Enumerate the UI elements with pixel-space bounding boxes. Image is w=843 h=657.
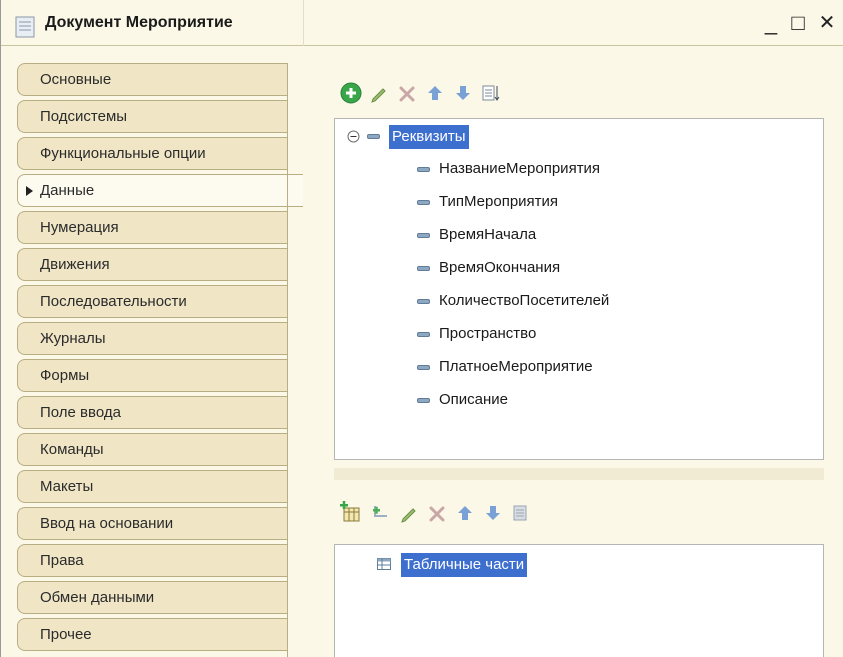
document-icon: [15, 16, 35, 38]
close-button[interactable]: ✕: [815, 10, 839, 36]
tabular-toolbar: [339, 500, 599, 526]
content-border: [287, 63, 288, 657]
move-down-icon[interactable]: [481, 500, 505, 526]
add-subitem-icon[interactable]: [369, 500, 393, 526]
tree-item[interactable]: НазваниеМероприятия: [335, 156, 815, 182]
sidebar-item-rights[interactable]: Права: [17, 544, 287, 577]
tabular-parts-tree: Табличные части: [334, 544, 824, 657]
add-icon[interactable]: [339, 80, 363, 106]
tree-item[interactable]: ПлатноеМероприятие: [335, 354, 815, 380]
attribute-icon: [417, 299, 430, 304]
attribute-icon: [417, 167, 430, 172]
tree-item[interactable]: ВремяНачала: [335, 222, 815, 248]
attributes-toolbar: [339, 80, 579, 106]
sidebar-item-journals[interactable]: Журналы: [17, 322, 287, 355]
title-bar: Документ Мероприятие _ □ ✕: [1, 0, 843, 46]
tree-item[interactable]: Описание: [335, 387, 815, 413]
table-icon: [377, 558, 391, 570]
edit-pencil-icon[interactable]: [367, 80, 391, 106]
sidebar-item-other[interactable]: Прочее: [17, 618, 287, 651]
attribute-icon: [417, 266, 430, 271]
tree-item[interactable]: КоличествоПосетителей: [335, 288, 815, 314]
attributes-tree: Реквизиты НазваниеМероприятия ТипМеропри…: [334, 118, 824, 460]
current-tab-arrow-icon: [26, 186, 33, 196]
tree-item-label: ТипМероприятия: [439, 193, 559, 210]
sidebar-item-input-field[interactable]: Поле ввода: [17, 396, 287, 429]
add-table-icon[interactable]: [339, 500, 363, 526]
delete-x-icon[interactable]: [395, 80, 419, 106]
sidebar-item-sequences[interactable]: Последовательности: [17, 285, 287, 318]
minimize-button[interactable]: _: [759, 10, 783, 36]
tree-item[interactable]: Пространство: [335, 321, 815, 347]
collapse-toggle-icon[interactable]: [347, 130, 360, 143]
window-title: Документ Мероприятие: [45, 14, 233, 31]
move-up-icon[interactable]: [423, 80, 447, 106]
tree-item-label: ВремяНачала: [439, 226, 537, 243]
attribute-icon: [417, 365, 430, 370]
sidebar-item-forms[interactable]: Формы: [17, 359, 287, 392]
sidebar-item-templates[interactable]: Макеты: [17, 470, 287, 503]
attribute-icon: [417, 398, 430, 403]
tree-root-label[interactable]: Реквизиты: [389, 125, 469, 149]
sort-list-icon[interactable]: [509, 500, 533, 526]
attribute-group-icon: [367, 134, 380, 139]
edit-pencil-icon[interactable]: [397, 500, 421, 526]
document-window: Документ Мероприятие _ □ ✕ Основные Подс…: [0, 0, 843, 657]
tree-item[interactable]: ВремяОкончания: [335, 255, 815, 281]
sort-list-icon[interactable]: [479, 80, 503, 106]
panel-splitter[interactable]: [334, 468, 824, 480]
sidebar-item-movements[interactable]: Движения: [17, 248, 287, 281]
tree-item-label: Описание: [439, 391, 509, 408]
move-down-icon[interactable]: [451, 80, 475, 106]
sidebar-item-data-exchange[interactable]: Обмен данными: [17, 581, 287, 614]
sidebar-item-dannye[interactable]: Данные: [17, 174, 303, 207]
attribute-icon: [417, 332, 430, 337]
move-up-icon[interactable]: [453, 500, 477, 526]
sidebar-item-podsistemy[interactable]: Подсистемы: [17, 100, 287, 133]
sidebar-item-osnovnye[interactable]: Основные: [17, 63, 287, 96]
title-divider: [303, 0, 304, 46]
tabular-root-label[interactable]: Табличные части: [401, 553, 528, 577]
tree-item-label: НазваниеМероприятия: [439, 160, 601, 177]
sidebar-item-numeration[interactable]: Нумерация: [17, 211, 287, 244]
tree-item-label: ВремяОкончания: [439, 259, 561, 276]
sidebar-item-commands[interactable]: Команды: [17, 433, 287, 466]
attribute-icon: [417, 233, 430, 238]
attribute-icon: [417, 200, 430, 205]
tree-item-label: ПлатноеМероприятие: [439, 358, 593, 375]
delete-x-icon[interactable]: [425, 500, 449, 526]
maximize-button[interactable]: □: [786, 10, 810, 36]
tree-item-label: КоличествоПосетителей: [439, 292, 610, 309]
sidebar-item-label: Данные: [40, 182, 95, 199]
sidebar-item-input-based-on[interactable]: Ввод на основании: [17, 507, 287, 540]
tree-item[interactable]: ТипМероприятия: [335, 189, 815, 215]
sidebar-item-functional-options[interactable]: Функциональные опции: [17, 137, 287, 170]
tree-item-label: Пространство: [439, 325, 537, 342]
